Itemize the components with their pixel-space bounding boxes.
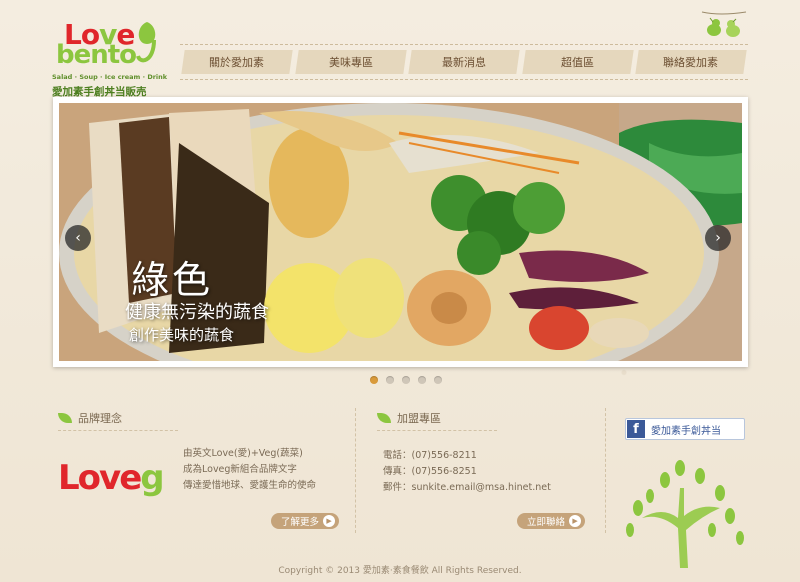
slider-dot-1[interactable] [370,376,378,384]
play-arrow-icon: ▶ [323,515,336,527]
brand-heading: 品牌理念 [58,410,122,426]
play-arrow-icon: ▶ [569,515,582,527]
slider-dot-3[interactable] [402,376,410,384]
learn-more-button[interactable]: 了解更多 ▶ [271,513,340,529]
column-divider-2 [605,408,606,533]
logo-g-leaf-icon [136,22,156,63]
nav-item-deals[interactable]: 超值區 [522,50,634,74]
logo-bento: bento [56,40,137,70]
nav-item-contact[interactable]: 聯絡愛加素 [635,50,747,74]
birds-icon [701,11,747,37]
brand-section: 品牌理念 [58,410,122,426]
hero-banner: 綠色 健康無污染的蔬食 創作美味的蔬食 ‹ › [53,97,748,367]
contact-now-button[interactable]: 立即聯絡 ▶ [517,513,586,529]
slider-dots [370,376,442,384]
main-nav: 關於愛加素 美味專區 最新消息 超值區 聯絡愛加素 [180,44,748,80]
franchise-heading-rule [377,430,497,431]
leaf-bird-icon [58,413,72,423]
slider-dot-2[interactable] [386,376,394,384]
copyright-text: Copyright © 2013 愛加素‧素食餐飲 All Rights Res… [278,566,522,576]
franchise-heading: 加盟專區 [377,410,441,426]
tree-icon [626,460,744,568]
brand-heading-rule [58,430,178,431]
brand-description: 由英文Love(愛)+Veg(蔬菜) 成為Loveg新組合品牌文字 傳達愛惜地球… [183,448,317,491]
franchise-section: 加盟專區 [377,410,441,426]
slide-title: 綠色 [131,258,214,302]
facebook-icon: f [627,420,645,438]
slider-dot-5[interactable] [434,376,442,384]
phone-text: 電話：(07)556-8211 [383,450,477,461]
loveg-logo: Loveg [58,458,165,498]
slider-next-button[interactable]: › [705,225,731,251]
bento-food-image: 綠色 健康無污染的蔬食 創作美味的蔬食 [59,103,742,361]
franchise-contact-info: 電話：(07)556-8211 傳真：(07)556-8251 郵件：sunki… [383,448,551,496]
fax-text: 傳真：(07)556-8251 [383,466,477,477]
slider-dot-4[interactable] [418,376,426,384]
site-logo[interactable]: Love bento Salad · Soup · Ice cream · Dr… [52,18,168,98]
slider-prev-button[interactable]: ‹ [65,225,91,251]
slide-caption: 創作美味的蔬食 [129,326,235,344]
email-text: 郵件：sunkite.email@msa.hinet.net [383,482,551,493]
chevron-right-icon: › [715,230,721,246]
logo-tagline: Salad · Soup · Ice cream · Drink [52,73,168,81]
chevron-left-icon: ‹ [75,230,81,246]
nav-item-about[interactable]: 關於愛加素 [181,50,293,74]
nav-item-menu[interactable]: 美味專區 [294,50,406,74]
leaf-bird-icon [377,413,391,423]
facebook-link[interactable]: f 愛加素手創丼当 [625,418,745,440]
column-divider-1 [355,408,356,533]
nav-item-news[interactable]: 最新消息 [408,50,520,74]
slide-subtitle: 健康無污染的蔬食 [125,302,269,323]
